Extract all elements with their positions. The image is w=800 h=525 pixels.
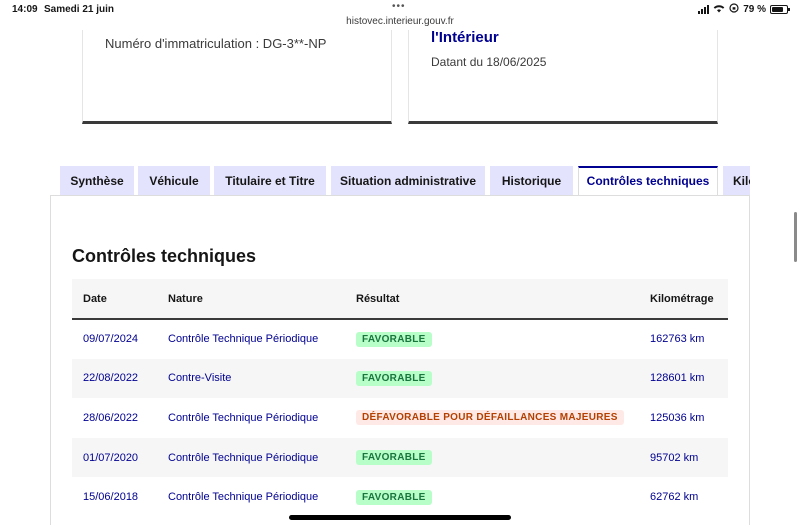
cell-mileage: 162763 km bbox=[650, 333, 705, 346]
status-date: Samedi 21 juin bbox=[44, 4, 115, 15]
column-header-date: Date bbox=[83, 292, 107, 305]
cell-nature: Contre-Visite bbox=[168, 372, 232, 385]
result-badge: DÉFAVORABLE POUR DÉFAILLANCES MAJEURES bbox=[356, 410, 624, 426]
wifi-icon bbox=[713, 4, 725, 16]
cell-date: 22/08/2022 bbox=[83, 372, 139, 385]
table-header-row: Date Nature Résultat Kilométrage bbox=[72, 279, 728, 319]
table-row: 01/07/2020 Contrôle Technique Périodique… bbox=[72, 437, 728, 478]
battery-icon bbox=[770, 5, 790, 14]
signal-icon bbox=[698, 5, 710, 14]
cell-nature: Contrôle Technique Périodique bbox=[168, 491, 319, 504]
tab-bar: Synthèse Véhicule Titulaire et Titre Sit… bbox=[60, 166, 750, 196]
result-badge: FAVORABLE bbox=[356, 489, 432, 505]
cell-mileage: 125036 km bbox=[650, 411, 705, 424]
registration-card: Numéro d'immatriculation : DG-3**-NP bbox=[82, 30, 392, 124]
report-date: Datant du 18/06/2025 bbox=[431, 55, 547, 69]
cell-date: 01/07/2020 bbox=[83, 451, 139, 464]
report-card: l'Intérieur Datant du 18/06/2025 bbox=[408, 29, 718, 124]
cell-date: 15/06/2018 bbox=[83, 491, 139, 504]
cell-nature: Contrôle Technique Périodique bbox=[168, 451, 319, 464]
orientation-lock-icon bbox=[729, 3, 739, 16]
table-row: 15/06/2018 Contrôle Technique Périodique… bbox=[72, 477, 728, 517]
tab-titulaire[interactable]: Titulaire et Titre bbox=[214, 166, 326, 196]
status-bar: 14:09 Samedi 21 juin ••• histovec.interi… bbox=[0, 0, 800, 30]
registration-number: Numéro d'immatriculation : DG-3**-NP bbox=[105, 36, 327, 51]
cell-date: 28/06/2022 bbox=[83, 411, 139, 424]
ministry-name: l'Intérieur bbox=[431, 29, 499, 46]
cell-mileage: 95702 km bbox=[650, 451, 699, 464]
battery-fill bbox=[772, 7, 783, 12]
result-badge: FAVORABLE bbox=[356, 331, 432, 347]
cell-nature: Contrôle Technique Périodique bbox=[168, 333, 319, 346]
table-row: 28/06/2022 Contrôle Technique Périodique… bbox=[72, 398, 728, 438]
cell-date: 09/07/2024 bbox=[83, 333, 139, 346]
column-header-mileage: Kilométrage bbox=[650, 292, 714, 305]
tab-synthese[interactable]: Synthèse bbox=[60, 166, 134, 196]
cell-mileage: 62762 km bbox=[650, 491, 699, 504]
column-header-result: Résultat bbox=[356, 292, 400, 305]
tab-situation-administrative[interactable]: Situation administrative bbox=[331, 166, 485, 196]
cell-nature: Contrôle Technique Périodique bbox=[168, 411, 319, 424]
battery-percent: 79 % bbox=[743, 4, 766, 15]
column-header-nature: Nature bbox=[168, 292, 203, 305]
status-time: 14:09 bbox=[12, 4, 38, 15]
inspections-table: Date Nature Résultat Kilométrage 09/07/2… bbox=[72, 279, 728, 517]
cell-mileage: 128601 km bbox=[650, 372, 705, 385]
table-row: 09/07/2024 Contrôle Technique Périodique… bbox=[72, 319, 728, 359]
section-title: Contrôles techniques bbox=[72, 246, 257, 266]
result-badge: FAVORABLE bbox=[356, 450, 432, 466]
tab-kilometrage[interactable]: Kilo bbox=[723, 166, 750, 196]
scrollbar[interactable] bbox=[794, 212, 797, 262]
table-row: 22/08/2022 Contre-Visite FAVORABLE 12860… bbox=[72, 358, 728, 399]
home-indicator[interactable] bbox=[289, 515, 511, 520]
tab-controles-techniques[interactable]: Contrôles techniques bbox=[578, 166, 718, 196]
tab-vehicule[interactable]: Véhicule bbox=[138, 166, 210, 196]
more-dots-icon[interactable]: ••• bbox=[392, 1, 406, 12]
result-badge: FAVORABLE bbox=[356, 370, 432, 386]
tab-historique[interactable]: Historique bbox=[490, 166, 573, 196]
status-indicators: 79 % bbox=[698, 3, 790, 16]
address-bar-url[interactable]: histovec.interieur.gouv.fr bbox=[0, 16, 800, 27]
